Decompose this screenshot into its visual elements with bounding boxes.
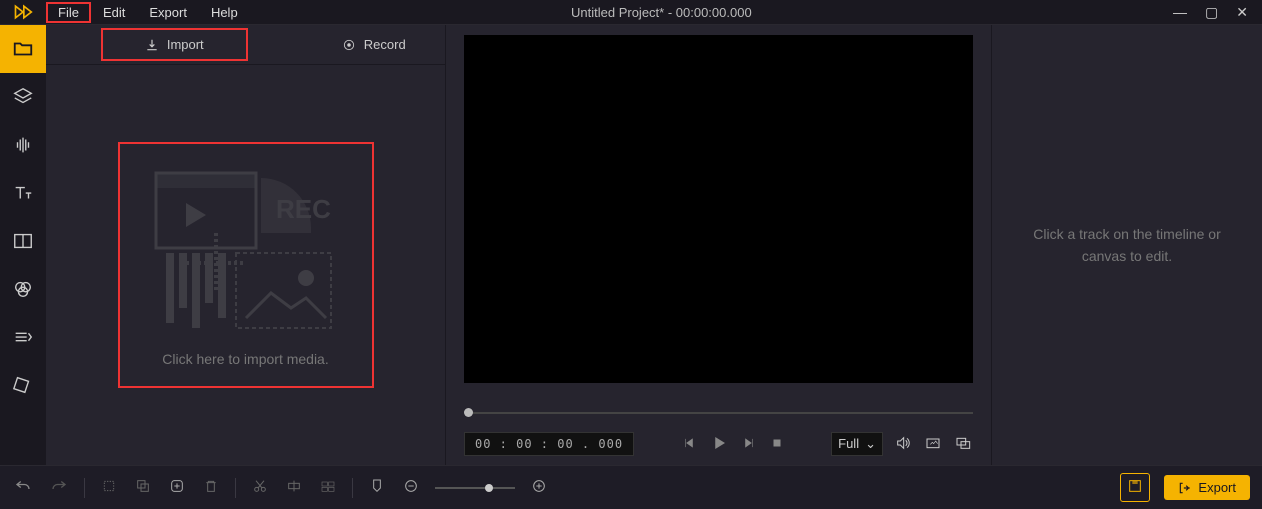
preview-panel: 00 : 00 : 00 . 000 Full ⌄: [446, 25, 992, 465]
tab-import[interactable]: Import: [101, 28, 248, 61]
play-button[interactable]: [708, 432, 730, 457]
export-icon: [1178, 481, 1192, 495]
sidebar-audio[interactable]: [0, 121, 46, 169]
tab-import-label: Import: [167, 37, 204, 52]
export-label: Export: [1198, 480, 1236, 495]
save-project-button[interactable]: [1120, 473, 1150, 502]
menu-edit[interactable]: Edit: [91, 2, 137, 23]
sidebar-transitions[interactable]: [0, 313, 46, 361]
close-button[interactable]: ✕: [1236, 4, 1248, 21]
next-frame-button[interactable]: [740, 434, 758, 455]
zoom-out-button[interactable]: [401, 476, 421, 499]
app-logo: [0, 0, 46, 25]
media-drop-area: REC Click here to import media.: [46, 65, 445, 465]
record-icon: [342, 38, 356, 52]
fullscreen-button[interactable]: [953, 433, 973, 456]
zoom-handle[interactable]: [485, 484, 493, 492]
redo-button[interactable]: [48, 475, 70, 500]
split-button[interactable]: [284, 476, 304, 499]
menu-help[interactable]: Help: [199, 2, 250, 23]
titlebar: File Edit Export Help Untitled Project* …: [0, 0, 1262, 25]
maximize-button[interactable]: ▢: [1205, 4, 1218, 21]
zoom-slider[interactable]: [435, 487, 515, 489]
stop-button[interactable]: [768, 434, 786, 455]
crop-button[interactable]: [99, 476, 119, 499]
preview-scrubber[interactable]: [464, 403, 973, 423]
menu-file[interactable]: File: [46, 2, 91, 23]
import-illustration: REC: [146, 163, 346, 343]
window-controls: — ▢ ✕: [1173, 4, 1262, 21]
import-hint-text: Click here to import media.: [162, 351, 329, 367]
duplicate-button[interactable]: [133, 476, 153, 499]
window-title: Untitled Project* - 00:00:00.000: [250, 5, 1173, 20]
cut-button[interactable]: [250, 476, 270, 499]
group-button[interactable]: [318, 476, 338, 499]
import-icon: [145, 38, 159, 52]
media-tabs: Import Record: [46, 25, 445, 65]
preview-controls: 00 : 00 : 00 . 000 Full ⌄: [456, 429, 981, 465]
menu-export[interactable]: Export: [137, 2, 199, 23]
preview-canvas[interactable]: [464, 35, 973, 383]
add-button[interactable]: [167, 476, 187, 499]
prev-frame-button[interactable]: [680, 434, 698, 455]
sidebar-split[interactable]: [0, 217, 46, 265]
tab-record[interactable]: Record: [303, 25, 446, 64]
volume-button[interactable]: [893, 433, 913, 456]
sidebar-filters[interactable]: [0, 265, 46, 313]
svg-text:REC: REC: [276, 194, 331, 224]
scrub-track: [468, 412, 973, 414]
sidebar-elements[interactable]: [0, 361, 46, 409]
workspace: Import Record REC: [0, 25, 1262, 465]
import-drop-zone[interactable]: REC Click here to import media.: [118, 142, 374, 388]
timecode-display: 00 : 00 : 00 . 000: [464, 432, 634, 456]
sidebar-media[interactable]: [0, 25, 46, 73]
tab-record-label: Record: [364, 37, 406, 52]
undo-button[interactable]: [12, 475, 34, 500]
marker-button[interactable]: [367, 474, 387, 501]
snapshot-button[interactable]: [923, 433, 943, 456]
preview-fit-select[interactable]: Full ⌄: [831, 432, 883, 456]
menu-bar: File Edit Export Help: [46, 2, 250, 23]
chevron-down-icon: ⌄: [865, 436, 876, 452]
delete-button[interactable]: [201, 476, 221, 499]
sidebar-text[interactable]: [0, 169, 46, 217]
scrub-handle[interactable]: [464, 408, 473, 417]
zoom-in-button[interactable]: [529, 476, 549, 499]
sidebar-layers[interactable]: [0, 73, 46, 121]
minimize-button[interactable]: —: [1173, 4, 1187, 21]
bottom-toolbar: Export: [0, 465, 1262, 509]
fit-label: Full: [838, 436, 859, 452]
properties-panel: Click a track on the timeline or canvas …: [992, 25, 1262, 465]
export-button[interactable]: Export: [1164, 475, 1250, 500]
properties-hint: Click a track on the timeline or canvas …: [1012, 223, 1242, 268]
sidebar: [0, 25, 46, 465]
media-panel: Import Record REC: [46, 25, 446, 465]
